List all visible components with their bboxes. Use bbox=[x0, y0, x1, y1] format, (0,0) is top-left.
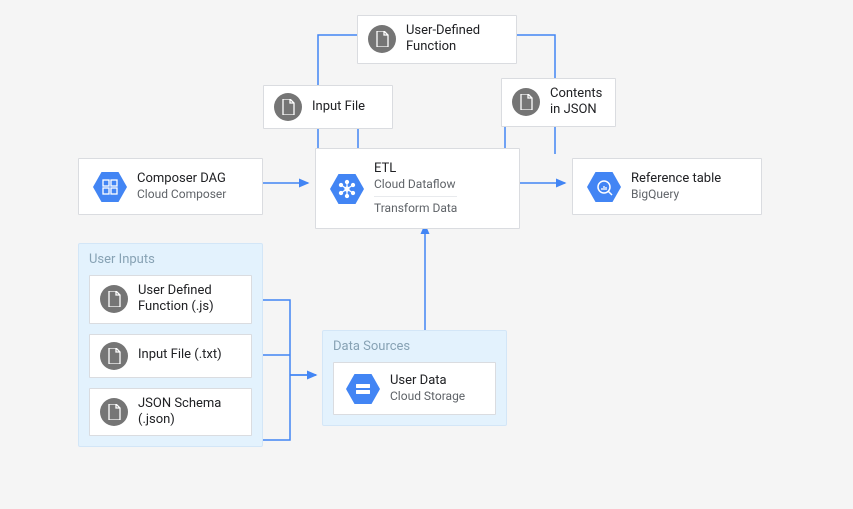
node-subtitle: Cloud Dataflow bbox=[374, 177, 457, 192]
node-subtitle: Cloud Composer bbox=[137, 187, 226, 202]
node-user-defined-function-js: User Defined Function (.js) bbox=[89, 275, 252, 324]
node-etl-dataflow: ETL Cloud Dataflow Transform Data bbox=[315, 148, 520, 229]
group-title: Data Sources bbox=[333, 339, 496, 354]
node-subtitle2: Transform Data bbox=[374, 196, 457, 216]
node-input-file-txt: Input File (.txt) bbox=[89, 334, 252, 378]
file-icon bbox=[100, 342, 128, 370]
file-icon bbox=[100, 285, 128, 313]
node-title: Reference table bbox=[631, 171, 721, 187]
node-title: User Data bbox=[390, 373, 465, 389]
group-user-inputs: User Inputs User Defined Function (.js) … bbox=[78, 243, 263, 447]
file-icon bbox=[368, 25, 396, 53]
node-label: JSON Schema (.json) bbox=[138, 396, 241, 429]
bigquery-icon bbox=[587, 172, 621, 202]
node-json-schema: JSON Schema (.json) bbox=[89, 388, 252, 437]
node-label: Contents in JSON bbox=[550, 86, 605, 119]
node-bigquery: Reference table BigQuery bbox=[572, 158, 762, 215]
node-user-data-storage: User Data Cloud Storage bbox=[333, 362, 496, 415]
node-title: Composer DAG bbox=[137, 171, 226, 187]
node-composer-dag: Composer DAG Cloud Composer bbox=[78, 158, 263, 215]
file-icon bbox=[100, 398, 128, 426]
node-contents-json: Contents in JSON bbox=[501, 78, 616, 127]
group-title: User Inputs bbox=[89, 252, 252, 267]
file-icon bbox=[274, 93, 302, 121]
node-subtitle: BigQuery bbox=[631, 187, 721, 202]
group-data-sources: Data Sources User Data Cloud Storage bbox=[322, 330, 507, 426]
node-label: User Defined Function (.js) bbox=[138, 283, 241, 316]
node-label: Input File (.txt) bbox=[138, 347, 222, 363]
dataflow-icon bbox=[330, 174, 364, 204]
node-user-defined-function: User-Defined Function bbox=[357, 15, 517, 64]
node-label: User-Defined Function bbox=[406, 23, 506, 56]
file-icon bbox=[512, 88, 540, 116]
node-label: Input File bbox=[312, 99, 365, 115]
composer-icon bbox=[93, 172, 127, 202]
node-title: ETL bbox=[374, 161, 457, 177]
cloud-storage-icon bbox=[346, 374, 380, 404]
node-subtitle: Cloud Storage bbox=[390, 389, 465, 404]
node-input-file: Input File bbox=[263, 85, 393, 129]
